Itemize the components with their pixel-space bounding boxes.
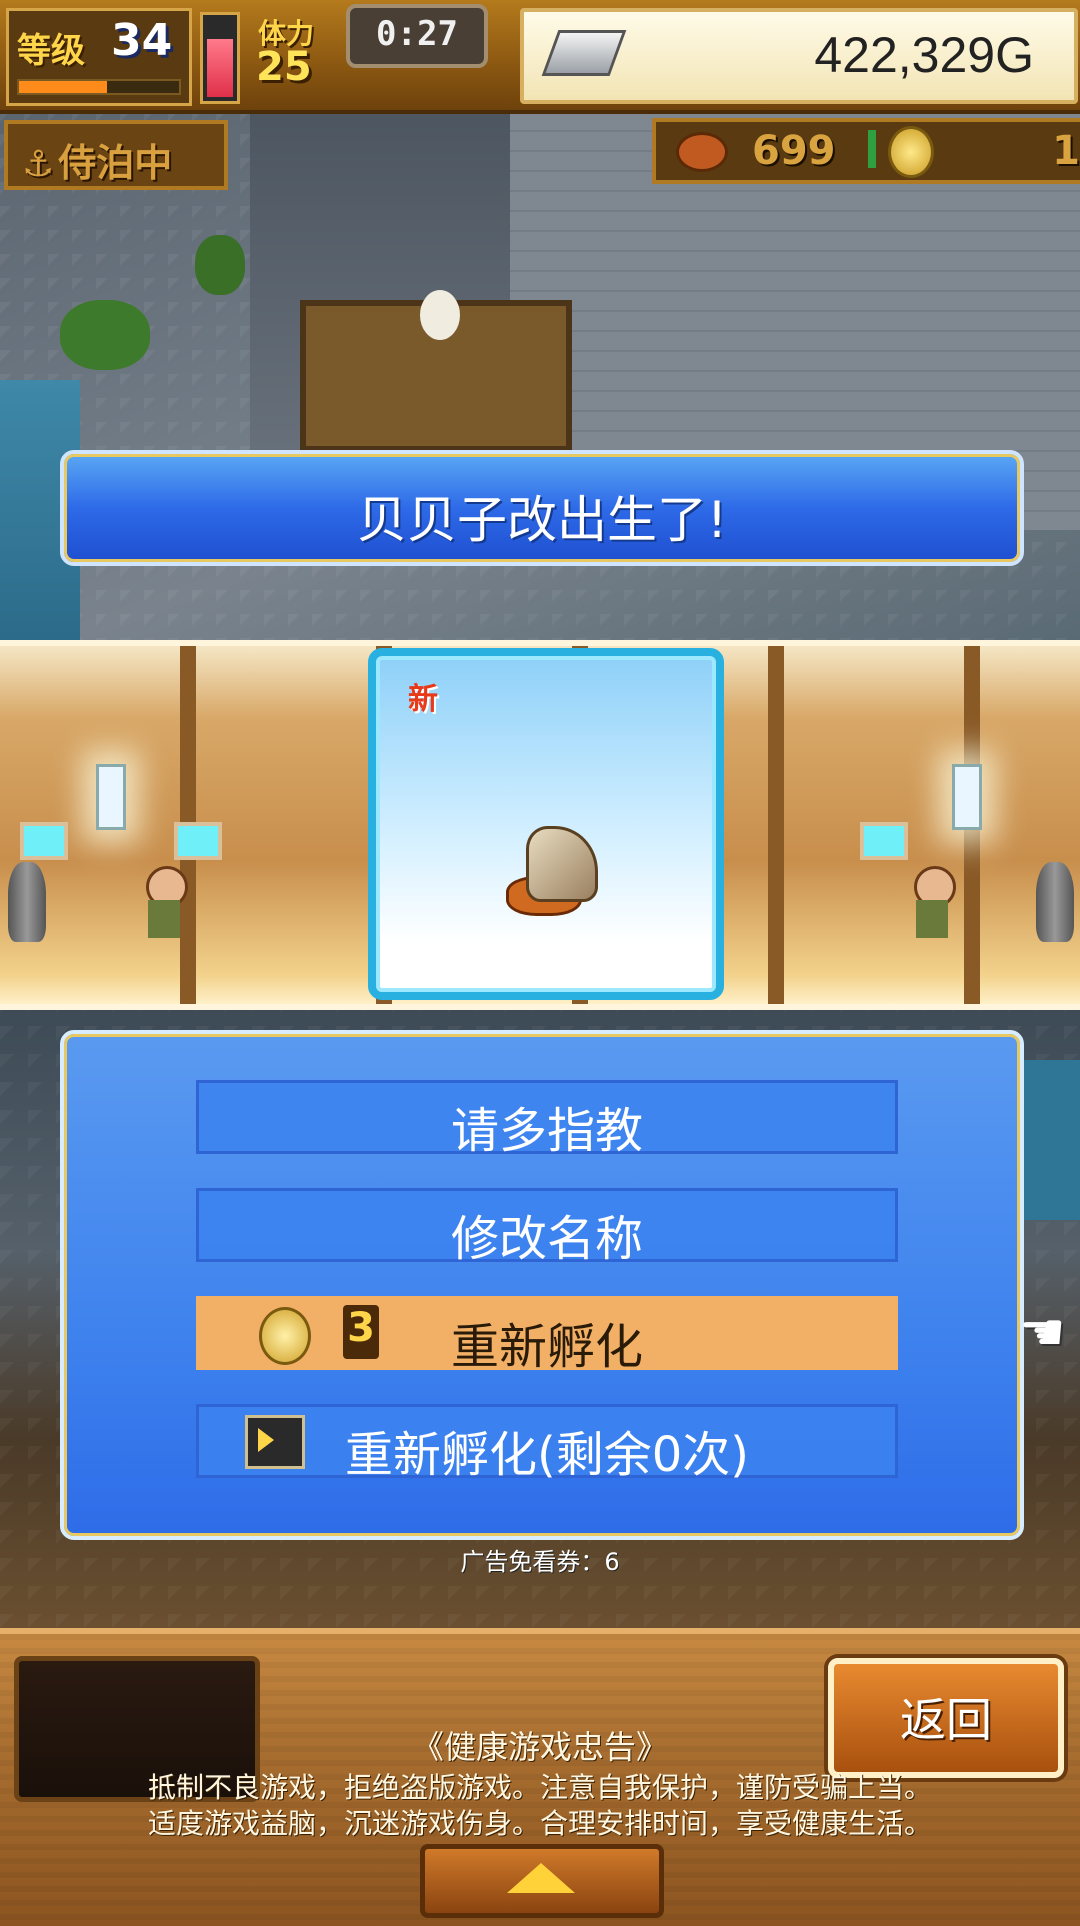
- hand-pointer-icon: ☚: [1019, 1303, 1066, 1363]
- crew-member: [906, 866, 956, 938]
- coin-icon: [888, 126, 934, 178]
- health-notice-line: 抵制不良游戏，拒绝盗版游戏。注意自我保护，谨防受骗上当。: [147, 1771, 932, 1804]
- level-box: 等级 34: [6, 8, 192, 106]
- bush: [195, 235, 245, 295]
- resource-bar: 699 1: [652, 118, 1080, 184]
- stamina-gauge-fill: [207, 38, 233, 97]
- bush: [60, 300, 150, 370]
- hermit-crab-icon: [506, 806, 598, 916]
- choice-panel: 请多指教 修改名称 3 重新孵化 ☚ 重新孵化(剩余0次): [60, 1030, 1066, 1540]
- banner-text: 贝贝子改出生了!: [356, 491, 728, 549]
- up-arrow-icon: [507, 1863, 575, 1893]
- announcement-banner: 贝贝子改出生了!: [60, 450, 1024, 566]
- exp-bar: [17, 79, 181, 95]
- egg-icon: [420, 290, 460, 340]
- health-notice-title: 《健康游戏忠告》: [411, 1728, 668, 1766]
- option-label: 修改名称: [450, 1211, 643, 1267]
- option-rehatch-video-button[interactable]: 重新孵化(剩余0次): [196, 1404, 898, 1483]
- window: [860, 822, 908, 860]
- top-hud: 等级 34 体力 25 0:27 422,329G: [0, 0, 1080, 114]
- timer: 0:27: [346, 4, 488, 68]
- dock-status: ⚓ 侍泊中: [22, 132, 172, 187]
- stamina-gauge: [200, 12, 240, 104]
- option-label: 请多指教: [450, 1103, 643, 1159]
- dock-status-badge[interactable]: ⚓ 侍泊中: [4, 120, 228, 190]
- gold-value: 422,329G: [814, 27, 1034, 83]
- option-rehatch-coin-button[interactable]: 3 重新孵化 ☚: [196, 1296, 1066, 1375]
- lamp-icon: [96, 764, 126, 830]
- new-tag: 新: [408, 682, 438, 717]
- crew-member: [138, 866, 188, 938]
- dock-status-label: 侍泊中: [58, 141, 173, 185]
- option-label: 重新孵化: [450, 1319, 643, 1375]
- option-greet-button[interactable]: 请多指教: [196, 1080, 898, 1159]
- urn: [1036, 862, 1074, 942]
- coin-value: 1: [1052, 128, 1080, 174]
- creature-card: 新: [368, 648, 724, 1000]
- expand-button[interactable]: [420, 1844, 664, 1918]
- meat-icon: [676, 132, 728, 172]
- level-value: 34: [111, 15, 173, 66]
- food-value: 699: [752, 128, 836, 174]
- stamina-value: 25: [256, 44, 312, 90]
- level-label: 等级: [17, 31, 85, 71]
- divider: [868, 130, 876, 168]
- silver-bar-icon: [541, 30, 627, 76]
- timer-text: 0:27: [376, 14, 458, 54]
- option-label: 重新孵化(剩余0次): [345, 1427, 749, 1483]
- urn: [8, 862, 46, 942]
- window: [20, 822, 68, 860]
- health-notice-line: 适度游戏益脑，沉迷游戏伤身。合理安排时间，享受健康生活。: [147, 1807, 932, 1840]
- exp-bar-fill: [19, 81, 107, 93]
- window: [174, 822, 222, 860]
- option-rename-button[interactable]: 修改名称: [196, 1188, 898, 1267]
- anchor-icon: ⚓: [22, 144, 55, 185]
- ad-ticket-count: 广告免看券：6: [460, 1548, 620, 1576]
- bottom-bar: 返回 《健康游戏忠告》 抵制不良游戏，拒绝盗版游戏。注意自我保护，谨防受骗上当。…: [0, 1628, 1080, 1926]
- lamp-icon: [952, 764, 982, 830]
- gold-display[interactable]: 422,329G: [520, 8, 1078, 104]
